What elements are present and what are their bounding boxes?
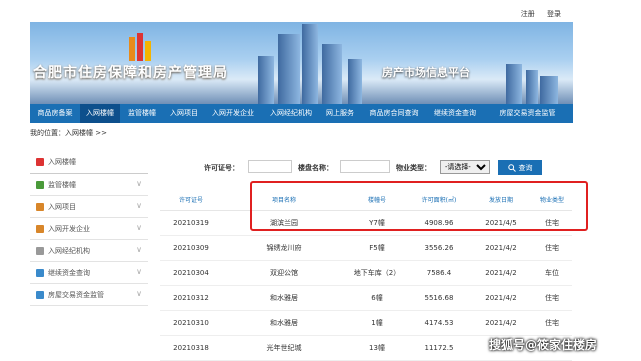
nav-item-developers[interactable]: 入网开发企业 <box>204 104 262 123</box>
chevron-down-icon: ∨ <box>136 201 142 210</box>
sidebar-item-label: 入网楼幢 <box>48 158 76 166</box>
highlight-box <box>250 181 588 231</box>
agency-icon <box>36 246 44 255</box>
cell-building: 地下车库（2） <box>346 260 408 286</box>
cell-license: 20210304 <box>160 260 222 286</box>
cell-project[interactable]: 锦绣龙川府 <box>222 235 346 261</box>
cell-project[interactable]: 双迎公馆 <box>222 260 346 286</box>
nav-item-agencies[interactable]: 入网经纪机构 <box>262 104 320 123</box>
cell-type: 车位 <box>532 260 572 286</box>
sidebar-item-projects[interactable]: 入网项目 ∨ <box>30 196 148 218</box>
nav-item-contract-query[interactable]: 商品房合同查询 <box>360 104 428 123</box>
supervision-icon <box>36 290 44 299</box>
nav-item-fund-query[interactable]: 继续资金查询 <box>428 104 482 123</box>
chevron-down-icon: ∨ <box>136 289 142 298</box>
cell-date: 2021/4/2 <box>470 260 532 286</box>
nav-item-supervised-buildings[interactable]: 监管楼幢 <box>120 104 164 123</box>
cell-area: 11172.5 <box>408 335 470 361</box>
site-title: 合肥市住房保障和房产管理局 <box>33 65 228 81</box>
sidebar-item-fund-query[interactable]: 继续资金查询 ∨ <box>30 262 148 284</box>
nav-item-network-projects[interactable]: 入网项目 <box>164 104 204 123</box>
top-bar: 注册 登录 <box>0 0 641 22</box>
query-button[interactable]: 查询 <box>498 160 542 175</box>
cell-license: 20210312 <box>160 285 222 311</box>
cell-license: 20210310 <box>160 310 222 336</box>
property-type-label: 物业类型： <box>396 164 431 172</box>
project-icon <box>36 202 44 211</box>
table-row[interactable]: 20210304 双迎公馆 地下车库（2） 7586.4 2021/4/2 车位 <box>160 260 572 286</box>
breadcrumb: 我的位置：入网楼幢 >> <box>30 129 107 137</box>
cell-date: 2021/4/2 <box>470 310 532 336</box>
cell-area: 5516.68 <box>408 285 470 311</box>
cell-building: 1幢 <box>346 310 408 336</box>
cell-license: 20210318 <box>160 335 222 361</box>
building-name-label: 楼盘名称： <box>298 164 333 172</box>
nav-item-network-buildings[interactable]: 入网楼幢 <box>80 104 120 123</box>
cell-building: F5幢 <box>346 235 408 261</box>
sidebar-item-network-buildings[interactable]: 入网楼幢 <box>30 151 148 174</box>
search-filter: 许可证号： 楼盘名称： 物业类型： -请选择- 查询 <box>160 151 572 181</box>
table-row[interactable]: 20210310 和水雅居 1幢 4174.53 2021/4/2 住宅 <box>160 310 572 336</box>
search-icon <box>507 163 516 172</box>
sidebar-item-agencies[interactable]: 入网经纪机构 ∨ <box>30 240 148 262</box>
cell-building: 6幢 <box>346 285 408 311</box>
header-banner: 合肥市住房保障和房产管理局 房产市场信息平台 <box>30 22 573 104</box>
platform-title: 房产市场信息平台 <box>382 66 470 79</box>
nav-item-commercial-filing[interactable]: 商品房备案 <box>30 104 80 123</box>
cell-date: 2021/4/2 <box>470 285 532 311</box>
cell-license: 20210309 <box>160 235 222 261</box>
chevron-down-icon: ∨ <box>136 179 142 188</box>
sidebar-item-label: 监管楼幢 <box>48 180 76 189</box>
watermark: 搜狐号@筱家住楼房 <box>489 338 598 352</box>
nav-item-fund-supervision[interactable]: 房屋交易资金监管 <box>482 104 573 123</box>
top-links: 注册 登录 <box>511 9 561 19</box>
sidebar: 入网楼幢 监管楼幢 ∨ 入网项目 ∨ 入网开发企业 ∨ 入网经纪机构 ∨ 继续资… <box>30 151 148 306</box>
cell-building: 13幢 <box>346 335 408 361</box>
sidebar-item-label: 入网开发企业 <box>48 224 90 233</box>
cell-project[interactable]: 和水雅居 <box>222 310 346 336</box>
cell-type: 住宅 <box>532 235 572 261</box>
cell-type: 住宅 <box>532 310 572 336</box>
building-icon <box>36 180 44 189</box>
cell-area: 7586.4 <box>408 260 470 286</box>
cell-date: 2021/4/2 <box>470 235 532 261</box>
fund-icon <box>36 268 44 277</box>
sidebar-item-supervised-buildings[interactable]: 监管楼幢 ∨ <box>30 174 148 196</box>
cell-area: 3556.26 <box>408 235 470 261</box>
register-link[interactable]: 注册 <box>521 10 535 18</box>
cell-project[interactable]: 光年世纪城 <box>222 335 346 361</box>
logo-icon <box>129 33 151 61</box>
sidebar-item-label: 房屋交易资金监管 <box>48 290 104 299</box>
chevron-down-icon: ∨ <box>136 223 142 232</box>
cell-license: 20210319 <box>160 210 222 236</box>
developer-icon <box>36 224 44 233</box>
cell-area: 4174.53 <box>408 310 470 336</box>
building-icon <box>36 158 44 166</box>
building-name-input[interactable] <box>340 160 390 173</box>
sidebar-item-label: 继续资金查询 <box>48 268 90 277</box>
query-button-label: 查询 <box>518 163 533 172</box>
license-input[interactable] <box>248 160 292 173</box>
cell-type: 住宅 <box>532 285 572 311</box>
col-license: 许可证号 <box>160 188 222 211</box>
license-label: 许可证号： <box>204 164 239 172</box>
property-type-select[interactable]: -请选择- <box>440 160 490 174</box>
table-row[interactable]: 20210312 和水雅居 6幢 5516.68 2021/4/2 住宅 <box>160 285 572 311</box>
table-row[interactable]: 20210309 锦绣龙川府 F5幢 3556.26 2021/4/2 住宅 <box>160 235 572 261</box>
login-link[interactable]: 登录 <box>547 10 561 18</box>
sidebar-item-fund-supervision[interactable]: 房屋交易资金监管 ∨ <box>30 284 148 306</box>
cell-project[interactable]: 和水雅居 <box>222 285 346 311</box>
main-nav: 商品房备案 入网楼幢 监管楼幢 入网项目 入网开发企业 入网经纪机构 网上服务 … <box>30 104 573 123</box>
chevron-down-icon: ∨ <box>136 267 142 276</box>
sidebar-item-label: 入网经纪机构 <box>48 246 90 255</box>
chevron-down-icon: ∨ <box>136 245 142 254</box>
nav-item-online-service[interactable]: 网上服务 <box>320 104 360 123</box>
sidebar-item-developers[interactable]: 入网开发企业 ∨ <box>30 218 148 240</box>
sidebar-item-label: 入网项目 <box>48 202 76 211</box>
